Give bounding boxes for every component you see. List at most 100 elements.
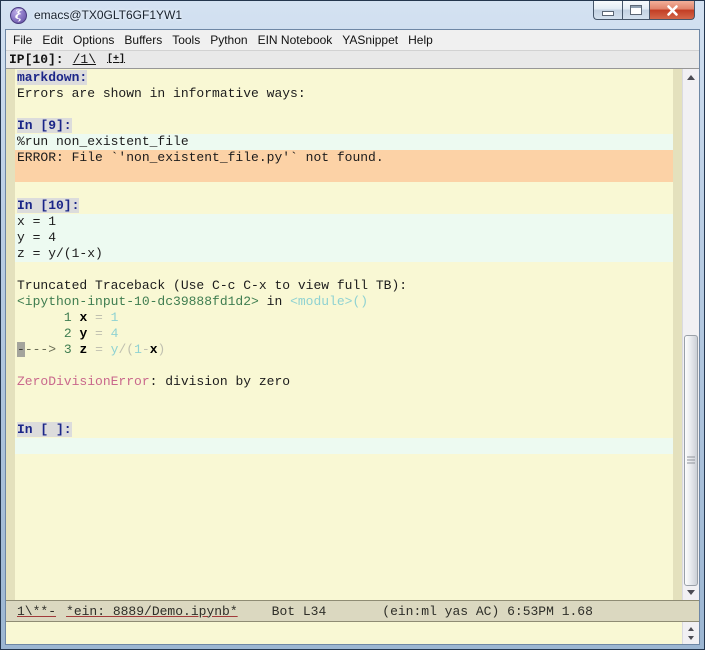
buffer-line[interactable] [15, 438, 673, 454]
buffer-text-segment: In [ ]: [17, 422, 72, 437]
notebook-header-line: IP[10]: /1\ [+] [6, 51, 699, 69]
minibuffer-scrollbar[interactable] [682, 622, 699, 644]
buffer-text-segment: ZeroDivisionError [17, 374, 150, 389]
buffer-text-segment: 3 [63, 342, 72, 357]
menu-item-edit[interactable]: Edit [37, 31, 68, 49]
menu-item-buffers[interactable]: Buffers [119, 31, 167, 49]
buffer-line[interactable] [15, 182, 673, 198]
echo-area[interactable] [6, 622, 682, 644]
buffer-text-segment: 2 [63, 326, 72, 341]
menu-item-options[interactable]: Options [68, 31, 119, 49]
buffer-text-segment: Errors are shown in informative ways: [17, 86, 306, 101]
scrollbar-track[interactable] [683, 85, 699, 586]
arrow-down-icon [687, 589, 695, 595]
buffer-line[interactable] [15, 358, 673, 374]
maximize-icon [630, 5, 642, 15]
buffer-text-segment: x = 1 [17, 214, 57, 229]
main-area: markdown: Errors are shown in informative… [6, 69, 699, 600]
scrollbar-up-button[interactable] [683, 69, 699, 85]
emacs-window: ξ emacs@TX0GLT6GF1YW1 File Edit Options Buf… [0, 0, 705, 650]
buffer-text-segment [17, 326, 64, 341]
menu-item-yasnippet[interactable]: YASnippet [337, 31, 403, 49]
buffer-text-segment: 1 [134, 342, 142, 357]
menu-item-python[interactable]: Python [205, 31, 252, 49]
window-title: emacs@TX0GLT6GF1YW1 [34, 8, 182, 22]
modeline-flags: 1\**- [17, 603, 57, 619]
buffer-text-segment: In [10]: [17, 198, 80, 213]
modeline-position: Bot L34 [271, 603, 327, 619]
minimize-button[interactable] [593, 1, 622, 20]
menu-item-ein-notebook[interactable]: EIN Notebook [253, 31, 338, 49]
buffer-text-segment: = [87, 326, 111, 341]
buffer-line[interactable]: In [ ]: [15, 422, 673, 438]
buffer-line[interactable] [15, 102, 673, 118]
buffer-text-segment: z = y/(1-x) [17, 246, 103, 261]
menu-bar: File Edit Options Buffers Tools Python EIN Not… [6, 30, 699, 51]
buffer-text-segment: ---> [24, 342, 64, 357]
buffer-text-segment: In [9]: [17, 118, 72, 133]
minibuffer-scroll-up-button[interactable] [683, 624, 699, 633]
buffer-text-segment: - [17, 342, 25, 357]
modeline-buffer-name: *ein: 8889/Demo.ipynb* [66, 603, 238, 619]
buffer-text-segment: : division by zero [149, 374, 291, 389]
mode-line[interactable]: 1\**- *ein: 8889/Demo.ipynb* Bot L34 (ei… [6, 600, 699, 622]
vertical-scrollbar[interactable] [682, 69, 699, 600]
new-tab-button[interactable]: [+] [107, 54, 125, 65]
menu-item-help[interactable]: Help [403, 31, 438, 49]
buffer-line[interactable]: markdown: [15, 70, 673, 86]
buffer-line[interactable]: ERROR: File `'non_existent_file.py'` not… [15, 150, 673, 166]
window-controls [593, 1, 695, 20]
scrollbar-grip-icon [687, 456, 695, 464]
echo-row [6, 622, 699, 644]
header-prompt: IP[10]: [9, 52, 64, 67]
close-icon [666, 4, 678, 16]
buffer-text-segment [17, 310, 64, 325]
buffer-line[interactable]: ZeroDivisionError: division by zero [15, 374, 673, 390]
buffer-line[interactable]: z = y/(1-x) [15, 246, 673, 262]
notebook-tab[interactable]: /1\ [73, 52, 96, 67]
menu-item-file[interactable]: File [8, 31, 37, 49]
emacs-logo-icon: ξ [10, 6, 27, 24]
buffer-text-segment: ERROR: File `'non_existent_file.py'` not… [17, 150, 384, 165]
buffer-line[interactable]: 2 y = 4 [15, 326, 673, 342]
buffer-text-segment: 4 [110, 326, 119, 341]
buffer-text-segment: %run non_existent_file [17, 134, 189, 149]
buffer-line[interactable]: <ipython-input-10-dc39888fd1d2> in <modu… [15, 294, 673, 310]
buffer-line[interactable]: In [9]: [15, 118, 673, 134]
buffer-text-segment: in [258, 294, 291, 309]
arrow-up-icon [687, 74, 695, 80]
frame: File Edit Options Buffers Tools Python EIN Not… [5, 29, 700, 645]
buffer-line[interactable]: ----> 3 z = y/(1-x) [15, 342, 673, 358]
buffer-text-segment: = [87, 342, 111, 357]
buffer-line[interactable]: %run non_existent_file [15, 134, 673, 150]
minibuffer-scroll-down-button[interactable] [683, 633, 699, 642]
menu-item-tools[interactable]: Tools [167, 31, 205, 49]
buffer-line[interactable]: y = 4 [15, 230, 673, 246]
right-fringe [673, 69, 682, 600]
buffer-line[interactable]: 1 x = 1 [15, 310, 673, 326]
buffer-line[interactable] [15, 262, 673, 278]
close-button[interactable] [650, 1, 695, 20]
buffer-text-segment: x [149, 342, 158, 357]
buffer-line[interactable] [15, 390, 673, 406]
maximize-button[interactable] [622, 1, 650, 20]
left-fringe [6, 69, 15, 600]
buffer-text-segment: 1 [110, 310, 119, 325]
buffer-line[interactable]: x = 1 [15, 214, 673, 230]
scrollbar-thumb[interactable] [684, 334, 698, 586]
buffer-text-segment: /( [118, 342, 135, 357]
modeline-modes-time: (ein:ml yas AC) 6:53PM 1.68 [382, 603, 593, 619]
buffer-line[interactable]: Errors are shown in informative ways: [15, 86, 673, 102]
buffer-line[interactable]: Truncated Traceback (Use C-c C-x to view… [15, 278, 673, 294]
buffer-text-segment: ) [157, 342, 166, 357]
buffer-text-segment: - [141, 342, 150, 357]
buffer-text-segment: y = 4 [17, 230, 57, 245]
buffer-line[interactable] [15, 166, 673, 182]
buffer-line[interactable]: In [10]: [15, 198, 673, 214]
buffer-text-segment: = [87, 310, 111, 325]
buffer-line[interactable] [15, 406, 673, 422]
buffer-text-segment: <ipython-input-10-dc39888fd1d2> [17, 294, 259, 309]
scrollbar-down-button[interactable] [683, 584, 699, 600]
minimize-icon [602, 11, 614, 16]
buffer-text[interactable]: markdown: Errors are shown in informative… [15, 69, 673, 600]
